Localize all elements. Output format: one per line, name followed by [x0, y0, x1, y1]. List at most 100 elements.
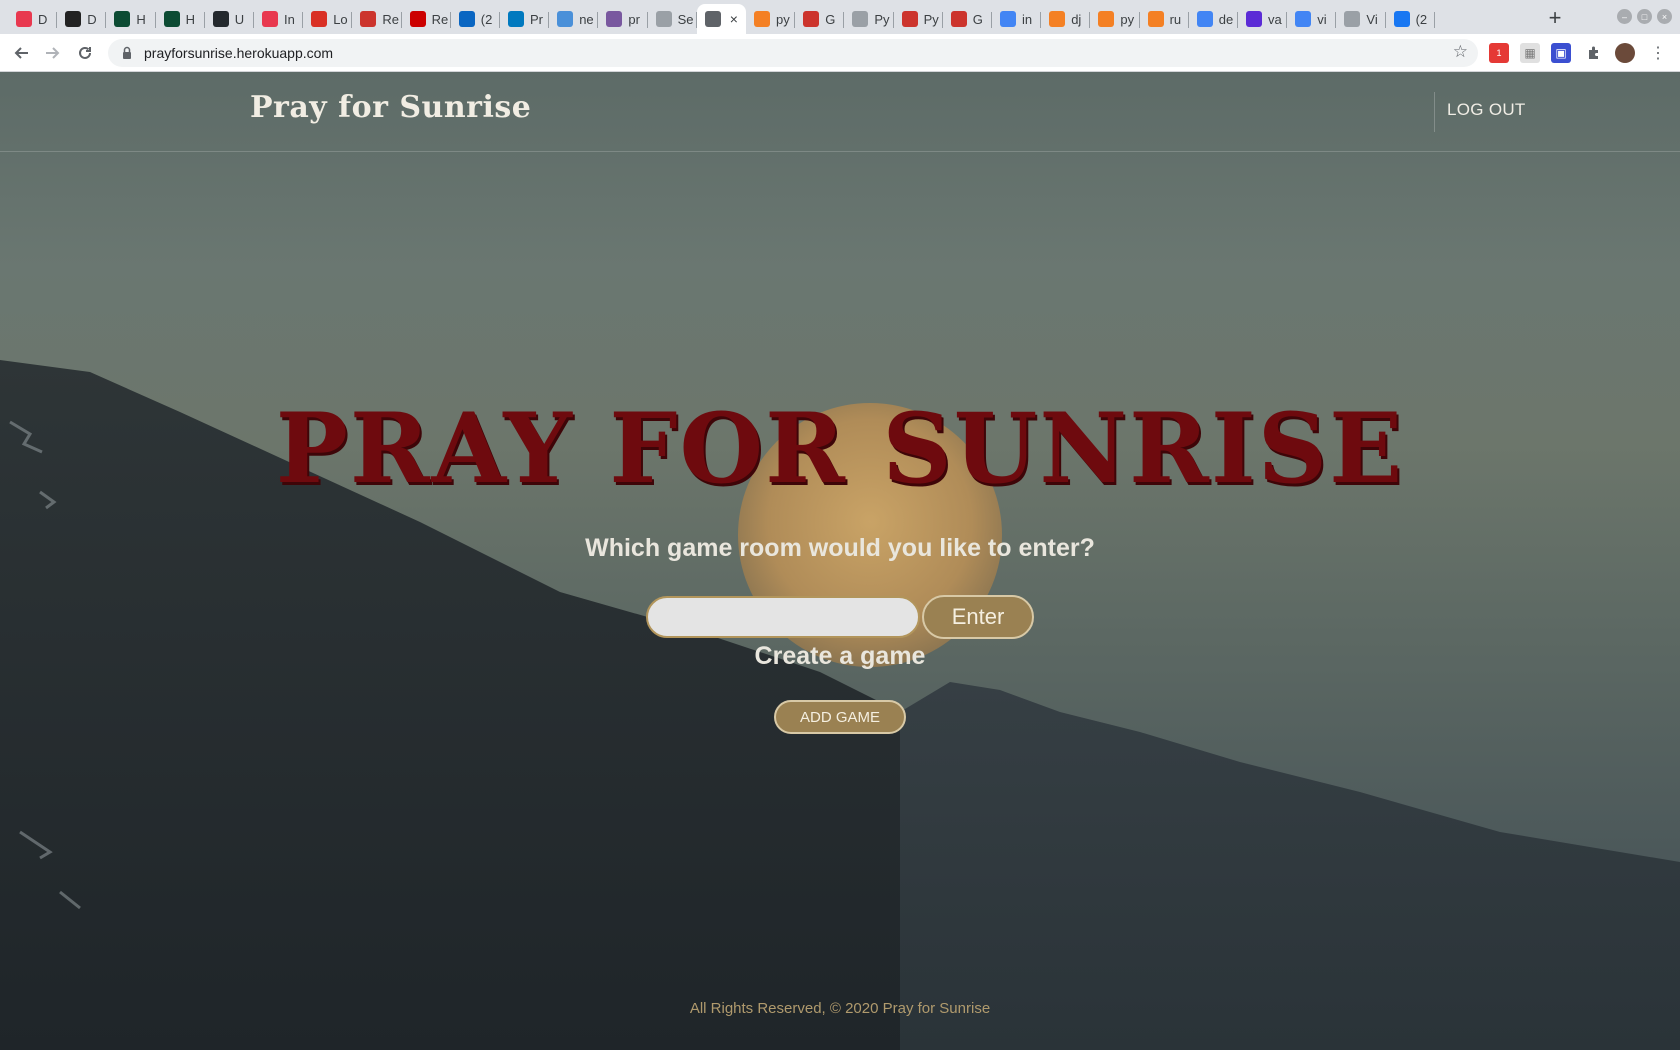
- tab-label: D: [87, 11, 97, 27]
- browser-tab[interactable]: pr: [598, 4, 648, 34]
- browser-tab[interactable]: (2: [451, 4, 500, 34]
- create-game-label: Create a game: [754, 642, 926, 670]
- reload-button[interactable]: [72, 40, 98, 66]
- game-room-question: Which game room would you like to enter?: [585, 534, 1095, 562]
- site-logo[interactable]: Pray for Sunrise: [250, 90, 531, 125]
- browser-tab[interactable]: Re: [352, 4, 402, 34]
- far-ridge: [900, 682, 1680, 1050]
- browser-tab[interactable]: Re: [402, 4, 451, 34]
- ruby-icon: [803, 11, 820, 27]
- tab-label: pr: [628, 11, 640, 27]
- browser-tab[interactable]: Pr: [500, 4, 550, 34]
- browser-tab[interactable]: py: [1090, 4, 1140, 34]
- extensions-puzzle-icon[interactable]: [1584, 43, 1604, 63]
- github-icon: [655, 11, 672, 27]
- medium-icon: [65, 11, 82, 27]
- browser-tab[interactable]: H: [106, 4, 156, 34]
- tab-label: Vi: [1366, 11, 1378, 27]
- django-icon: [163, 11, 180, 27]
- google-icon: [1196, 11, 1213, 27]
- browser-tab[interactable]: D: [57, 4, 107, 34]
- back-button[interactable]: [8, 40, 34, 66]
- tab-label: U: [234, 11, 245, 27]
- nav-divider: [1434, 92, 1435, 132]
- browser-tab[interactable]: Py: [894, 4, 943, 34]
- linkedin-icon: [458, 11, 475, 27]
- tab-label: Py: [874, 11, 890, 27]
- ruby-icon: [901, 11, 918, 27]
- tab-label: in: [1022, 11, 1033, 27]
- browser-tab[interactable]: Py: [844, 4, 894, 34]
- maximize-window-button[interactable]: □: [1637, 9, 1652, 24]
- browser-tab[interactable]: Vi: [1336, 4, 1386, 34]
- browser-tab[interactable]: py: [746, 4, 796, 34]
- add-game-button[interactable]: ADD GAME: [774, 700, 906, 734]
- facebook-icon: [1393, 11, 1410, 27]
- forward-button[interactable]: [40, 40, 66, 66]
- tab-label: Py: [923, 11, 939, 27]
- tab-label: H: [136, 11, 146, 27]
- browser-tab-active[interactable]: ×: [696, 4, 746, 34]
- lock-icon: [123, 46, 131, 59]
- tab-label: (2: [1415, 11, 1428, 27]
- page-viewport: Pray for Sunrise LOG OUT PRAY FOR SUNRIS…: [0, 72, 1680, 1050]
- asana-icon: [16, 11, 32, 27]
- globe-icon: [704, 11, 721, 27]
- logout-link[interactable]: LOG OUT: [1447, 100, 1526, 120]
- browser-tab[interactable]: U: [205, 4, 254, 34]
- browser-tab[interactable]: In: [254, 4, 304, 34]
- bookmark-star-icon[interactable]: ☆: [1453, 42, 1468, 62]
- tab-close-icon[interactable]: ×: [730, 11, 738, 27]
- tab-label: va: [1268, 11, 1282, 27]
- enter-button[interactable]: Enter: [922, 595, 1034, 639]
- minimize-window-button[interactable]: –: [1617, 9, 1632, 24]
- hero-title: PRAY FOR SUNRISE: [275, 392, 1405, 505]
- forward-arrow-icon: [46, 47, 60, 59]
- browser-tab[interactable]: in: [992, 4, 1042, 34]
- tab-label: H: [185, 11, 195, 27]
- game-room-input[interactable]: [646, 596, 920, 638]
- tab-label: Se: [677, 11, 694, 27]
- grid-extension-icon[interactable]: ▦: [1520, 43, 1540, 63]
- calendar-extension-icon[interactable]: 1: [1489, 43, 1509, 63]
- close-window-button[interactable]: ×: [1657, 9, 1672, 24]
- tab-label: vi: [1317, 11, 1327, 27]
- tab-label: (2: [480, 11, 493, 27]
- browser-tab[interactable]: de: [1189, 4, 1238, 34]
- browser-tab[interactable]: G: [943, 4, 992, 34]
- browser-tab[interactable]: D: [8, 4, 58, 34]
- rails-icon: [409, 11, 426, 27]
- github-icon: [212, 11, 229, 27]
- browser-tab[interactable]: H: [156, 4, 205, 34]
- tab-separator: [1433, 12, 1435, 28]
- tab-label: py: [1120, 11, 1135, 27]
- reload-icon: [79, 46, 91, 59]
- stackoverflow-icon: [1049, 11, 1066, 27]
- moon-icon: [1246, 11, 1262, 27]
- browser-tab[interactable]: dj: [1041, 4, 1091, 34]
- google-icon: [1000, 11, 1016, 27]
- footer-copyright: All Rights Reserved, © 2020 Pray for Sun…: [689, 1000, 991, 1017]
- screen-extension-icon[interactable]: ▣: [1551, 43, 1571, 63]
- globe-icon: [1344, 11, 1361, 27]
- profile-avatar[interactable]: [1615, 43, 1635, 63]
- tab-label: Re: [382, 11, 400, 27]
- browser-tab[interactable]: va: [1238, 4, 1288, 34]
- browser-tab[interactable]: G: [795, 4, 845, 34]
- tab-label: G: [972, 11, 983, 27]
- new-tab-button[interactable]: +: [1541, 4, 1569, 32]
- browser-tab[interactable]: vi: [1287, 4, 1337, 34]
- browser-tab[interactable]: ru: [1140, 4, 1189, 34]
- tab-label: D: [38, 11, 48, 27]
- url-text: prayforsunrise.herokuapp.com: [144, 45, 334, 61]
- browser-menu-icon[interactable]: ⋮: [1648, 43, 1668, 63]
- tab-label: Re: [431, 11, 449, 27]
- tab-label: G: [825, 11, 836, 27]
- browser-toolbar: prayforsunrise.herokuapp.com ☆ 1 ▦ ▣ ⋮: [0, 34, 1680, 72]
- extension-badge: 1: [1496, 48, 1502, 58]
- browser-tab[interactable]: Se: [648, 4, 697, 34]
- browser-tab[interactable]: Lo: [303, 4, 353, 34]
- address-bar[interactable]: prayforsunrise.herokuapp.com ☆: [108, 39, 1478, 67]
- browser-tab[interactable]: (2: [1386, 4, 1435, 34]
- browser-tab[interactable]: ne: [549, 4, 599, 34]
